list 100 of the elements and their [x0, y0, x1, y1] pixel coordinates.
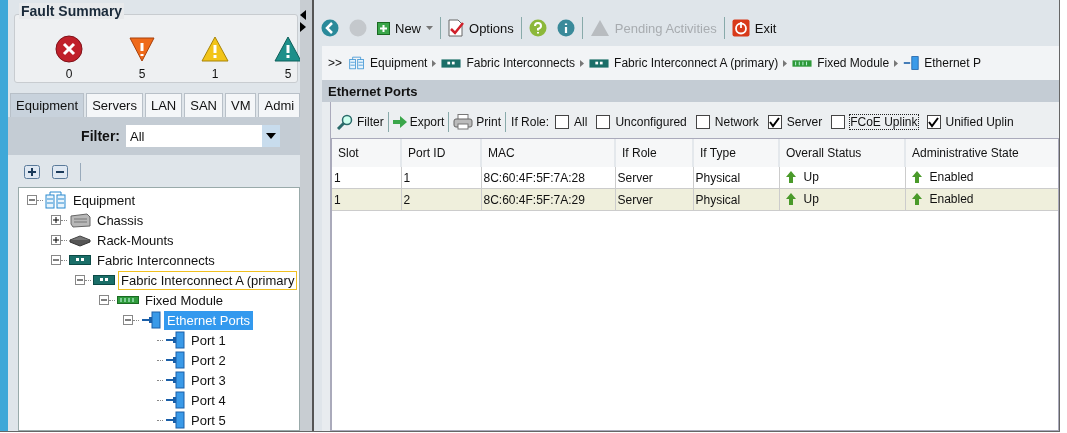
- checkbox[interactable]: [596, 115, 611, 129]
- collapse-all-icon[interactable]: [52, 165, 68, 179]
- info-icon: [556, 19, 575, 37]
- nav-tab[interactable]: Equipment: [10, 93, 85, 117]
- chevron-icon: [432, 59, 437, 67]
- switch-icon: [69, 254, 91, 266]
- column-header[interactable]: MAC: [481, 139, 615, 167]
- column-header[interactable]: Slot: [332, 139, 401, 167]
- tree-item[interactable]: Port 3: [188, 370, 229, 390]
- switch-icon: [441, 57, 462, 69]
- table-cell: Up: [803, 169, 819, 184]
- table-cell: 1: [334, 170, 341, 185]
- table-cell: 8C:60:4F:5F:7A:28: [483, 170, 585, 185]
- tree-item[interactable]: Fabric Interconnect A (primary: [118, 270, 298, 290]
- filter-button[interactable]: Filter: [335, 113, 385, 131]
- magnifier-icon: [336, 114, 354, 130]
- options-button[interactable]: Options: [445, 17, 517, 39]
- export-button[interactable]: Export: [391, 114, 446, 130]
- collapse-icon[interactable]: [27, 195, 37, 205]
- checkbox[interactable]: [926, 115, 941, 129]
- breadcrumb-link[interactable]: Ethernet P: [924, 56, 981, 70]
- table-row[interactable]: 1 1 8C:60:4F:5F:7A:28 Server Physical Up Enabled: [332, 167, 1058, 189]
- help-icon: [528, 19, 547, 37]
- major-fault-icon: [128, 35, 156, 63]
- warning-triangle-icon: [589, 19, 610, 37]
- table-cell: Server: [617, 192, 653, 207]
- filter-label: Filter:: [81, 128, 120, 144]
- column-header[interactable]: Administrative State: [905, 139, 1058, 167]
- switch-icon: [589, 57, 610, 69]
- table-row[interactable]: 1 2 8C:60:4F:5F:7A:29 Server Physical Up Enabled: [332, 188, 1058, 211]
- collapse-icon[interactable]: [123, 315, 133, 325]
- fault-count: 1: [211, 67, 219, 81]
- nav-tab[interactable]: Admi: [258, 93, 300, 117]
- checkbox[interactable]: [555, 115, 570, 129]
- tree-item[interactable]: Port 2: [188, 350, 229, 370]
- checkbox-label[interactable]: Unconfigured: [614, 114, 688, 130]
- checkbox-label[interactable]: All: [573, 114, 589, 130]
- chassis-icon: [69, 211, 91, 229]
- column-header[interactable]: If Type: [693, 139, 779, 167]
- tree-item[interactable]: Port 1: [188, 330, 229, 350]
- column-header[interactable]: If Role: [615, 139, 693, 167]
- breadcrumb-link[interactable]: Fabric Interconnect A (primary): [614, 56, 779, 70]
- power-icon: [731, 19, 750, 37]
- table-cell: 8C:60:4F:5F:7A:29: [483, 192, 585, 207]
- expand-all-icon[interactable]: [24, 165, 40, 179]
- collapse-icon[interactable]: [51, 255, 61, 265]
- up-arrow-icon: [911, 192, 922, 205]
- checkbox[interactable]: [831, 115, 846, 129]
- panel-title: Ethernet Ports: [328, 84, 418, 99]
- checkbox-label[interactable]: Network: [713, 114, 760, 130]
- tree-item[interactable]: Port 5: [188, 410, 229, 430]
- critical-fault-icon: [55, 35, 83, 63]
- new-button[interactable]: New: [374, 18, 436, 38]
- tree-item[interactable]: Equipment: [70, 190, 139, 210]
- breadcrumb-link[interactable]: Fabric Interconnects: [466, 56, 576, 70]
- nav-tab[interactable]: VM: [225, 93, 257, 117]
- column-header[interactable]: Overall Status: [779, 139, 905, 167]
- table-cell: 2: [403, 192, 411, 207]
- column-header[interactable]: Port ID: [401, 139, 481, 167]
- nav-tab[interactable]: Servers: [86, 93, 143, 117]
- up-arrow-icon: [911, 170, 922, 183]
- table-cell: 1: [403, 170, 411, 185]
- document-check-icon: [448, 19, 464, 37]
- equipment-icon: [349, 54, 365, 72]
- exit-button[interactable]: Exit: [728, 17, 780, 39]
- expand-icon[interactable]: [51, 215, 61, 225]
- print-button[interactable]: Print: [452, 113, 503, 131]
- checkbox-label[interactable]: Unified Uplin: [944, 114, 1015, 130]
- collapse-icon[interactable]: [99, 295, 109, 305]
- nav-tab[interactable]: SAN: [184, 93, 223, 117]
- breadcrumb-link[interactable]: Equipment: [370, 56, 428, 70]
- forward-circle-icon: [349, 19, 367, 37]
- breadcrumb-link[interactable]: Fixed Module: [817, 56, 890, 70]
- if-role-label: If Role:: [511, 115, 550, 129]
- minor-fault-icon: [201, 35, 229, 63]
- chevron-icon: [894, 59, 899, 67]
- port-icon: [165, 371, 185, 389]
- checkbox[interactable]: [695, 115, 710, 129]
- port-icon: [903, 55, 920, 71]
- tree-item[interactable]: Port 4: [188, 390, 229, 410]
- module-icon: [117, 294, 139, 306]
- tree-item[interactable]: Chassis: [94, 210, 147, 230]
- tree-item[interactable]: Fixed Module: [142, 290, 227, 310]
- collapse-icon[interactable]: [75, 275, 85, 285]
- breadcrumb-prefix: >>: [328, 56, 342, 70]
- table-cell: Physical: [695, 192, 741, 207]
- nav-tab[interactable]: LAN: [144, 93, 183, 117]
- plus-icon: [377, 21, 390, 35]
- warning-fault-icon: [274, 35, 300, 63]
- expand-icon[interactable]: [51, 235, 61, 245]
- table-cell: Physical: [695, 170, 741, 185]
- tree-item[interactable]: Fabric Interconnects: [94, 250, 218, 270]
- filter-dropdown[interactable]: All: [126, 125, 280, 147]
- checkbox[interactable]: [767, 115, 782, 129]
- equipment-icon: [45, 191, 67, 209]
- checkbox-label[interactable]: Server: [785, 114, 824, 130]
- tree-item[interactable]: Rack-Mounts: [94, 230, 177, 250]
- port-icon: [165, 411, 185, 429]
- caret-icon: [266, 133, 276, 139]
- checkbox-label[interactable]: FCoE Uplink: [849, 114, 919, 130]
